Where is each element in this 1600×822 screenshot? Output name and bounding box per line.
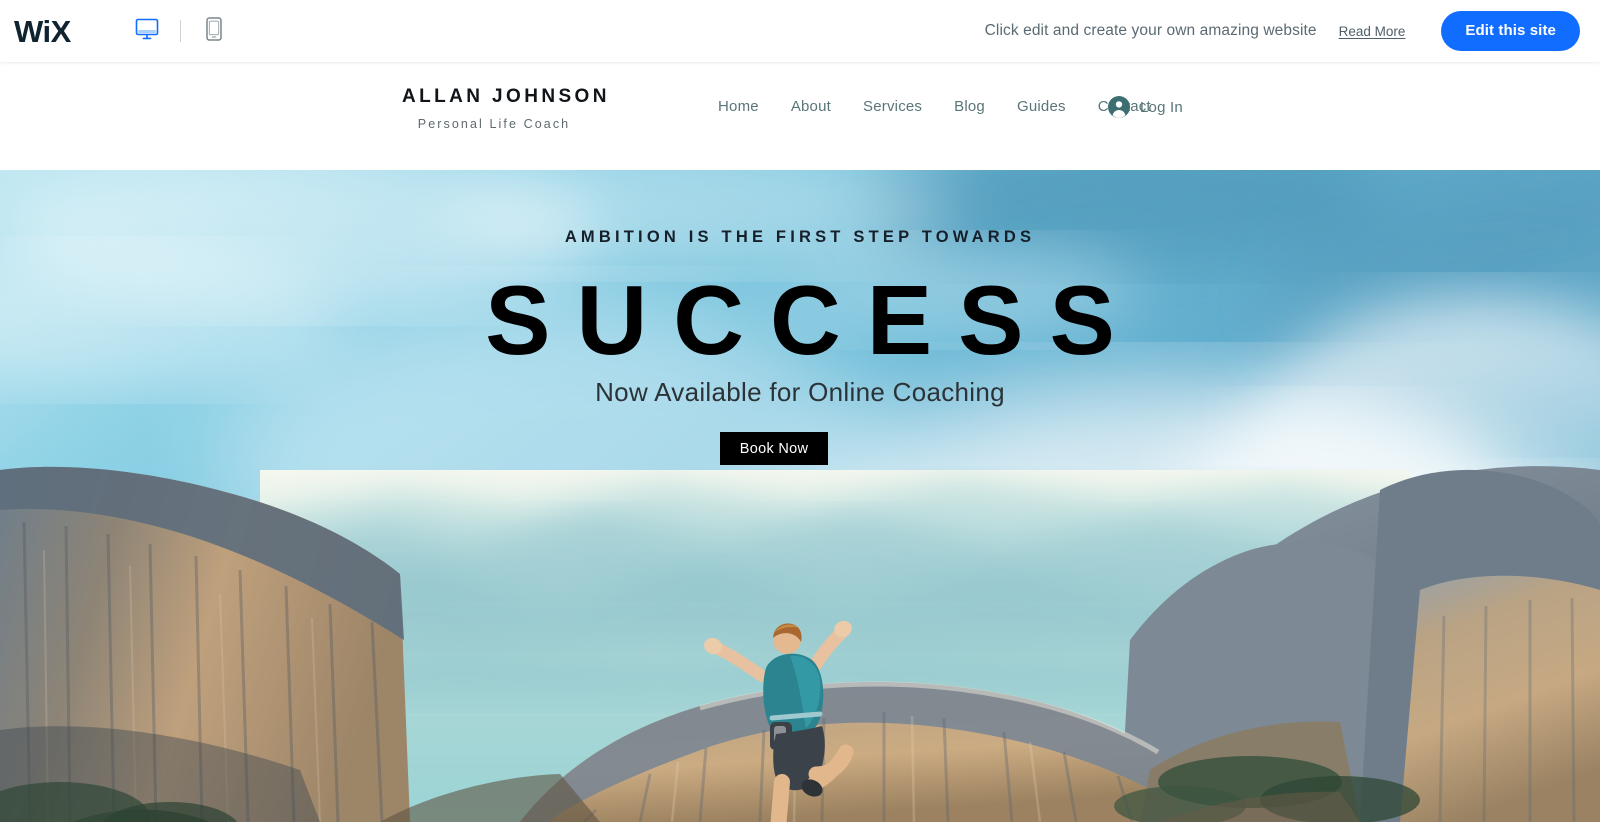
account-avatar-icon <box>1108 96 1130 118</box>
desktop-icon <box>135 18 159 45</box>
main-navigation: Home About Services Blog Guides Contact <box>718 98 1151 115</box>
site-header: ALLAN JOHNSON Personal Life Coach Home A… <box>0 62 1600 170</box>
login-label: Log In <box>1140 98 1183 116</box>
mobile-icon <box>206 16 222 46</box>
nav-item-about[interactable]: About <box>791 98 831 115</box>
nav-item-guides[interactable]: Guides <box>1017 98 1066 115</box>
login-button[interactable]: Log In <box>1108 96 1183 118</box>
wix-logo[interactable]: WiX <box>14 16 71 47</box>
editor-bar-actions: Click edit and create your own amazing w… <box>985 11 1600 51</box>
nav-item-services[interactable]: Services <box>863 98 922 115</box>
nav-item-home[interactable]: Home <box>718 98 759 115</box>
read-more-link[interactable]: Read More <box>1339 24 1406 39</box>
edit-this-site-button[interactable]: Edit this site <box>1441 11 1580 51</box>
wix-editor-toolbar: WiX Click edit and create your own amazi… <box>0 0 1600 62</box>
hero-section: AMBITION IS THE FIRST STEP TOWARDS SUCCE… <box>0 170 1600 822</box>
site-brand-logo[interactable]: ALLAN JOHNSON Personal Life Coach <box>402 86 610 131</box>
promo-text: Click edit and create your own amazing w… <box>984 22 1317 39</box>
desktop-view-button[interactable] <box>127 11 167 51</box>
brand-tagline: Personal Life Coach <box>417 117 571 131</box>
hero-background-image <box>0 170 1600 822</box>
nav-item-blog[interactable]: Blog <box>954 98 985 115</box>
brand-name: ALLAN JOHNSON <box>402 86 610 107</box>
mobile-view-button[interactable] <box>194 11 234 51</box>
view-mode-divider <box>179 20 181 42</box>
view-mode-switcher <box>127 11 234 51</box>
book-now-button[interactable]: Book Now <box>720 432 828 465</box>
